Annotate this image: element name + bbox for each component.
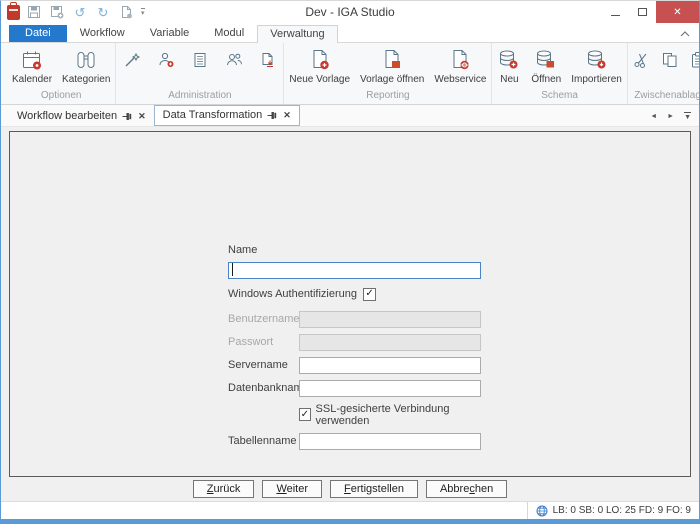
scissors-icon[interactable] [633, 50, 652, 69]
minimize-button[interactable] [602, 1, 629, 23]
status-counters: LB: 0 SB: 0 LO: 25 FD: 9 FO: 9 [552, 505, 691, 516]
tab-workflow-bearbeiten[interactable]: Workflow bearbeiten ✕ [9, 107, 154, 126]
connection-form: Name Windows Authentifizierung ✓ Benutze… [228, 244, 481, 450]
ribbon-tab-verwaltung[interactable]: Verwaltung [257, 25, 338, 43]
benutzername-input[interactable] [299, 310, 481, 328]
datenbankname-input[interactable] [299, 379, 481, 397]
neue-vorlage-button[interactable]: Neue Vorlage [284, 46, 355, 87]
next-button[interactable]: Weiter [262, 480, 323, 498]
group-label-optionen: Optionen [40, 90, 82, 101]
kalender-button[interactable]: Kalender [7, 46, 57, 87]
document-globe-icon [448, 48, 472, 72]
kategorien-button[interactable]: Kategorien [57, 46, 115, 87]
database-import-icon [585, 48, 609, 72]
app-logo-icon[interactable] [7, 1, 20, 20]
ribbon-tab-workflow[interactable]: Workflow [68, 25, 137, 42]
ribbon-group-reporting: Neue Vorlage Vorlage öffnen Webservice R… [284, 43, 493, 104]
redo-icon[interactable]: ↻ [95, 4, 111, 20]
calendar-gear-icon [20, 48, 44, 72]
wizard-buttons: Zurück Weiter Fertigstellen Abbrechen [1, 480, 699, 498]
group-label-administration: Administration [168, 90, 232, 101]
scroll-left-icon[interactable]: ◄ [650, 113, 657, 120]
tab-data-transformation[interactable]: Data Transformation ✕ [153, 105, 300, 126]
ribbon-group-zwischenablage: Zwischenablage [628, 43, 700, 104]
tab-list-dropdown-icon[interactable]: ▼ [684, 112, 691, 121]
tab-scroll-controls: ◄ ► ▼ [650, 112, 691, 121]
ribbon-group-schema: Neu Öffnen Importieren Schema [492, 43, 628, 104]
servername-input[interactable] [299, 356, 481, 374]
name-label: Name [228, 244, 258, 256]
group-label-schema: Schema [541, 90, 578, 101]
wizard-panel: Name Windows Authentifizierung ✓ Benutze… [9, 131, 691, 477]
ssl-label: SSL-gesicherte Verbindung verwenden [315, 402, 450, 427]
quick-access-toolbar: ↺ ↻ ▾ [26, 4, 145, 20]
new-from-template-icon[interactable] [118, 4, 134, 20]
status-bar: LB: 0 SB: 0 LO: 25 FD: 9 FO: 9 [1, 501, 699, 519]
tabellenname-input[interactable] [299, 432, 481, 450]
ribbon-group-administration: Administration [116, 43, 285, 104]
text-caret [232, 263, 233, 276]
vorlage-oeffnen-button[interactable]: Vorlage öffnen [355, 46, 429, 87]
undo-icon[interactable]: ↺ [72, 4, 88, 20]
schema-importieren-button[interactable]: Importieren [566, 46, 627, 87]
save-icon[interactable] [26, 4, 42, 20]
passwort-label: Passwort [228, 336, 274, 348]
protocol-list-icon[interactable] [190, 50, 209, 69]
document-open-icon [380, 48, 404, 72]
app-window: ↺ ↻ ▾ Dev - IGA Studio ✕ Datei Workflow … [0, 0, 700, 524]
main-content: Name Windows Authentifizierung ✓ Benutze… [1, 127, 699, 501]
users-icon[interactable] [224, 50, 243, 69]
group-label-zwischenablage: Zwischenablage [634, 90, 700, 101]
document-tab-bar: Workflow bearbeiten ✕ Data Transformatio… [1, 105, 699, 127]
copy-icon[interactable] [661, 50, 680, 69]
binoculars-icon [74, 48, 98, 72]
passwort-input[interactable] [299, 333, 481, 351]
windows-auth-label: Windows Authentifizierung [228, 288, 358, 300]
save-plus-icon[interactable] [49, 4, 65, 20]
webservice-button[interactable]: Webservice [429, 46, 491, 87]
schema-oeffnen-button[interactable]: Öffnen [526, 46, 566, 87]
window-bottom-border [1, 519, 699, 524]
ribbon-tab-datei[interactable]: Datei [9, 25, 67, 42]
pin-icon[interactable] [122, 111, 133, 122]
title-bar: ↺ ↻ ▾ Dev - IGA Studio ✕ [1, 1, 699, 23]
document-add-icon [308, 48, 332, 72]
ribbon-tab-bar: Datei Workflow Variable Modul Verwaltung [1, 23, 699, 43]
globe-status-icon [536, 505, 548, 517]
customize-quick-access-dropdown-icon[interactable]: ▾ [141, 7, 145, 17]
document-export-icon[interactable] [258, 50, 277, 69]
back-button[interactable]: Zurück [192, 480, 255, 498]
servername-label: Servername [228, 359, 288, 371]
close-button[interactable]: ✕ [656, 1, 699, 23]
close-tab-icon[interactable]: ✕ [283, 110, 291, 120]
wand-icon[interactable] [122, 50, 141, 69]
window-controls: ✕ [602, 1, 699, 23]
benutzername-label: Benutzername [228, 313, 300, 325]
schema-neu-button[interactable]: Neu [492, 46, 526, 87]
datenbankname-label: Datenbankname [228, 382, 309, 394]
ribbon-group-optionen: Kalender Kategorien Optionen [7, 43, 117, 104]
collapse-ribbon-icon[interactable] [679, 29, 691, 39]
group-label-reporting: Reporting [366, 90, 410, 101]
finish-button[interactable]: Fertigstellen [330, 480, 418, 498]
scroll-right-icon[interactable]: ► [667, 113, 674, 120]
database-open-icon [534, 48, 558, 72]
ssl-checkbox[interactable]: ✓ [299, 408, 311, 421]
ribbon-tab-modul[interactable]: Modul [202, 25, 256, 42]
database-add-icon [497, 48, 521, 72]
name-input[interactable] [228, 261, 481, 279]
ribbon-tab-variable[interactable]: Variable [138, 25, 202, 42]
user-add-icon[interactable] [156, 50, 175, 69]
paste-icon[interactable] [689, 50, 699, 69]
windows-auth-checkbox[interactable]: ✓ [363, 287, 377, 301]
pin-icon[interactable] [267, 110, 278, 121]
ribbon: Kalender Kategorien Optionen Administrat… [1, 42, 699, 105]
cancel-button[interactable]: Abbrechen [425, 480, 508, 498]
maximize-button[interactable] [629, 1, 656, 23]
tabellenname-label: Tabellenname [228, 435, 297, 447]
close-tab-icon[interactable]: ✕ [138, 111, 146, 121]
